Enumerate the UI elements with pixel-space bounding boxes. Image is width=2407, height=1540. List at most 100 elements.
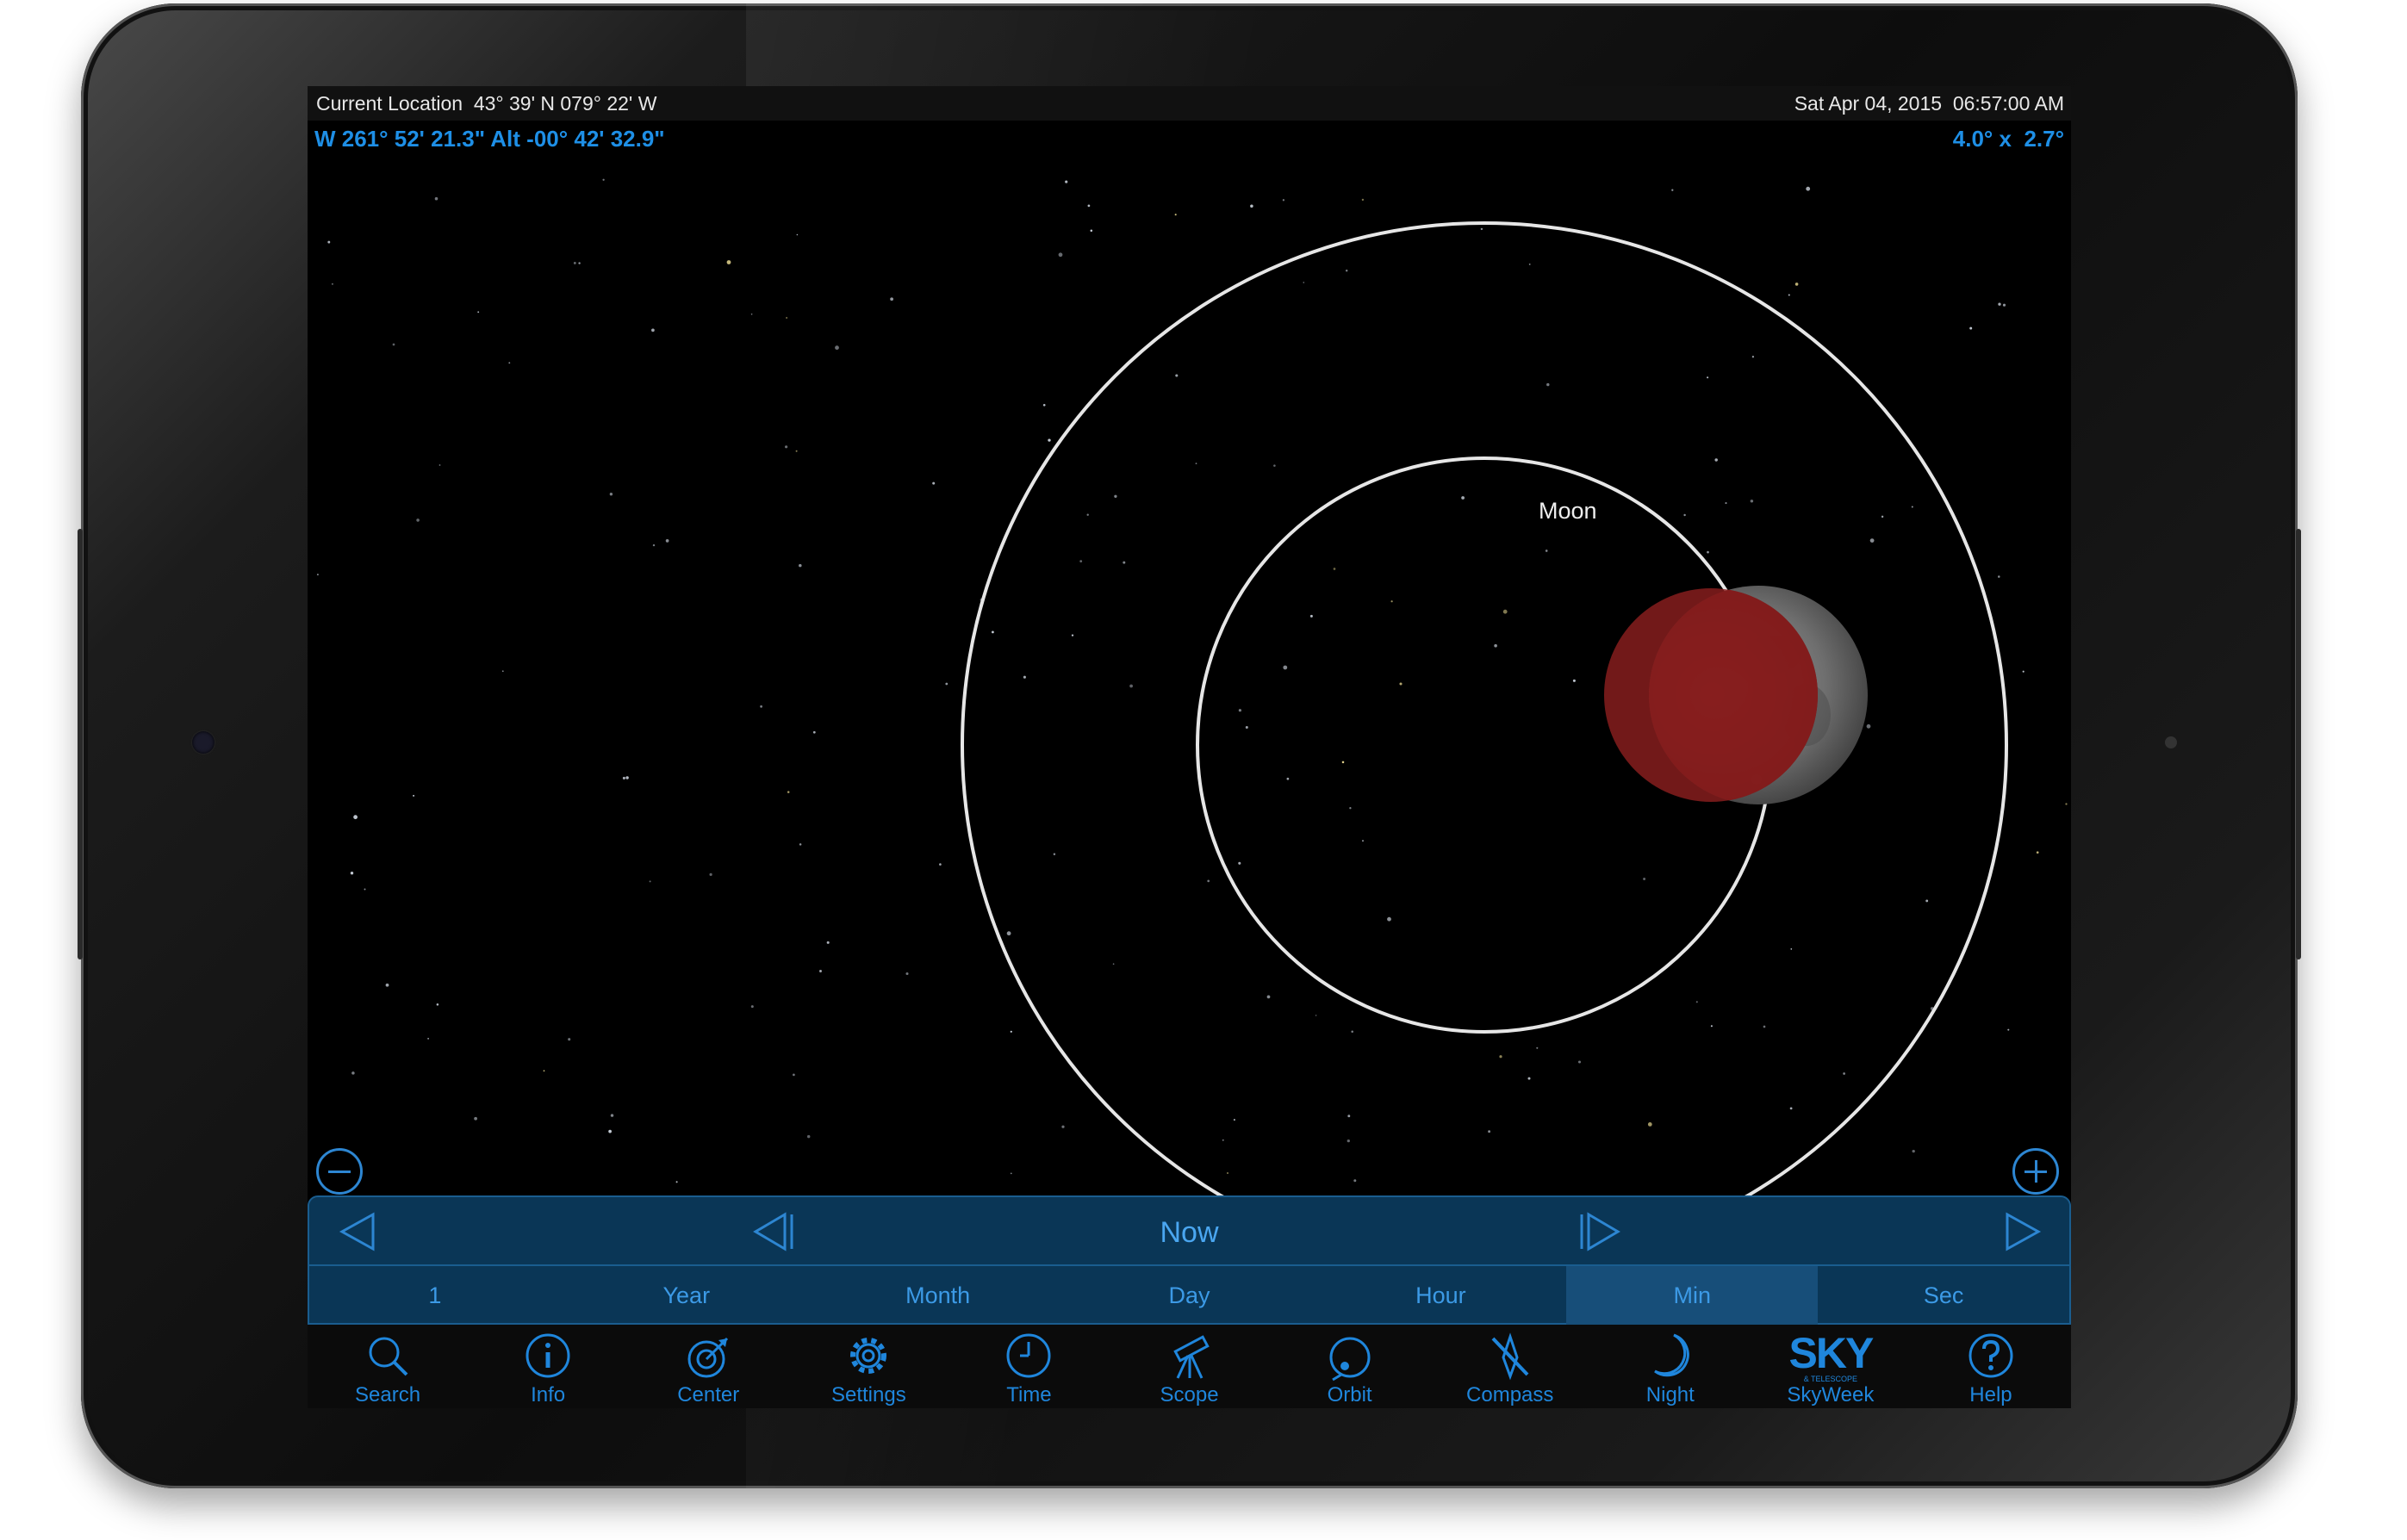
help-icon xyxy=(1969,1333,2013,1378)
star xyxy=(1362,840,1364,842)
zoom-in-button[interactable] xyxy=(2012,1148,2059,1195)
star xyxy=(364,888,366,891)
star xyxy=(1195,463,1197,464)
star xyxy=(787,791,790,793)
star xyxy=(1112,963,1115,966)
star xyxy=(1695,1001,1698,1003)
now-button[interactable]: Now xyxy=(309,1216,2069,1250)
star xyxy=(392,343,395,346)
moon-crescent-icon xyxy=(1653,1333,1689,1377)
star xyxy=(1707,550,1709,554)
star xyxy=(1071,634,1074,636)
star xyxy=(1123,561,1126,564)
settings-button[interactable]: Settings xyxy=(788,1325,948,1408)
star xyxy=(1869,538,1875,543)
unit-year[interactable]: Year xyxy=(561,1266,812,1325)
night-button[interactable]: Night xyxy=(1590,1325,1751,1408)
info-label: Info xyxy=(531,1383,566,1406)
star xyxy=(1353,1179,1357,1183)
star xyxy=(1806,186,1811,191)
compass-button[interactable]: Compass xyxy=(1430,1325,1590,1408)
bottom-toolbar: Search Info Center Settings Time Scope O… xyxy=(308,1325,2071,1408)
scope-button[interactable]: Scope xyxy=(1109,1325,1269,1408)
star xyxy=(1683,513,1686,517)
star xyxy=(785,445,788,449)
datetime-readout: Sat Apr 04, 2015 06:57:00 AM xyxy=(1794,92,2064,115)
star xyxy=(622,776,625,779)
star xyxy=(1282,199,1285,202)
star xyxy=(1969,326,1973,330)
unit-sec[interactable]: Sec xyxy=(1818,1266,2069,1325)
star xyxy=(1347,1139,1350,1143)
star xyxy=(609,493,613,496)
star xyxy=(1577,1060,1582,1064)
star xyxy=(316,574,319,576)
star xyxy=(1006,931,1011,936)
star xyxy=(1114,494,1117,498)
star xyxy=(1238,709,1241,712)
step-forward-icon[interactable] xyxy=(1578,1211,1623,1252)
star xyxy=(1725,502,1727,505)
star xyxy=(1053,853,1056,856)
orbit-button[interactable]: Orbit xyxy=(1270,1325,1430,1408)
star xyxy=(1925,899,1929,903)
star xyxy=(1536,1046,1539,1049)
moon-label[interactable]: Moon xyxy=(1539,498,1597,525)
star xyxy=(799,563,802,568)
star xyxy=(1789,1107,1793,1110)
star xyxy=(1488,1130,1491,1133)
star xyxy=(1341,761,1345,764)
unit-month[interactable]: Month xyxy=(812,1266,1064,1325)
zoom-out-button[interactable] xyxy=(316,1148,363,1195)
info-icon xyxy=(526,1333,570,1378)
star xyxy=(1499,1055,1502,1059)
star xyxy=(351,1071,355,1075)
star xyxy=(1881,515,1884,519)
star xyxy=(1912,1149,1915,1153)
status-bar: Current Location 43° 39' N 079° 22' W Sa… xyxy=(308,86,2071,121)
star xyxy=(1480,227,1483,231)
skyweek-button[interactable]: SKY & TELESCOPE SkyWeek xyxy=(1751,1325,1911,1408)
star xyxy=(826,941,830,944)
star xyxy=(1058,252,1063,258)
star xyxy=(578,262,581,264)
info-button[interactable]: Info xyxy=(468,1325,628,1408)
location-value: 43° 39' N 079° 22' W xyxy=(473,92,657,115)
star xyxy=(1245,725,1248,730)
star xyxy=(932,481,936,485)
star xyxy=(1911,506,1913,508)
unit-hour[interactable]: Hour xyxy=(1315,1266,1566,1325)
help-button[interactable]: Help xyxy=(1911,1325,2071,1408)
star xyxy=(649,880,651,883)
search-button[interactable]: Search xyxy=(308,1325,468,1408)
star xyxy=(1023,675,1026,679)
unit-day[interactable]: Day xyxy=(1064,1266,1315,1325)
star xyxy=(1763,1025,1766,1028)
star xyxy=(416,519,420,522)
star xyxy=(890,297,893,301)
proximity-sensor xyxy=(2165,736,2177,748)
star xyxy=(1572,679,1576,682)
star xyxy=(610,1114,614,1117)
search-icon xyxy=(369,1337,408,1376)
star xyxy=(327,240,331,244)
star xyxy=(1087,204,1091,208)
unit-step-count[interactable]: 1 xyxy=(309,1266,561,1325)
night-label: Night xyxy=(1645,1383,1695,1406)
star xyxy=(1315,1015,1317,1016)
star xyxy=(1250,204,1253,208)
star xyxy=(1714,458,1718,462)
star xyxy=(1843,1072,1845,1075)
star xyxy=(2007,1028,2010,1031)
unit-min[interactable]: Min xyxy=(1566,1266,1819,1325)
star xyxy=(651,328,655,332)
star xyxy=(1502,609,1508,614)
time-button[interactable]: Time xyxy=(948,1325,1109,1408)
step-forward-fast-icon[interactable] xyxy=(2000,1211,2045,1252)
sky-chart[interactable] xyxy=(308,121,2071,1280)
center-button[interactable]: Center xyxy=(628,1325,788,1408)
star xyxy=(2036,851,2039,854)
star xyxy=(438,464,441,466)
star xyxy=(1345,269,1348,272)
star xyxy=(543,1070,545,1072)
